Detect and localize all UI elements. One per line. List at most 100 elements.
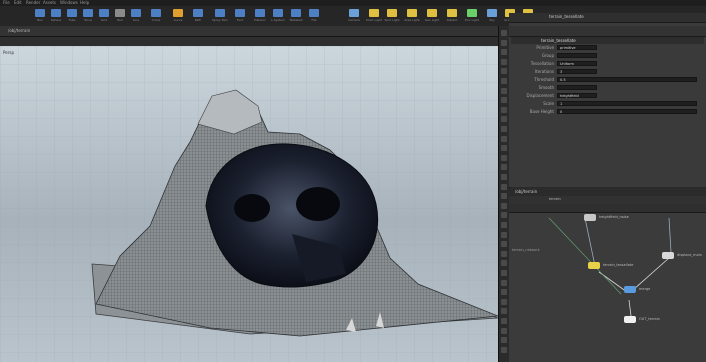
viewport-tool-button[interactable]	[501, 222, 507, 228]
network-wires	[548, 217, 672, 317]
shelf-tool-null[interactable]: Null	[112, 9, 128, 25]
viewport-tool-button[interactable]	[501, 346, 507, 353]
node-icon	[584, 214, 596, 221]
shelf-tool-area-light[interactable]: Area Light	[404, 9, 420, 25]
shelf-tool-box[interactable]: Box	[32, 9, 48, 25]
param-field[interactable]: heightfield	[557, 93, 597, 98]
viewport-tool-button[interactable]	[501, 183, 507, 190]
shelf-tool-label: Font	[236, 18, 244, 22]
shelf-tool-line[interactable]: Line	[128, 9, 144, 25]
shelf-tool-file[interactable]: File	[306, 9, 322, 25]
node-name[interactable]: terrain_tessellate	[541, 38, 576, 43]
shelf-tool-sphere[interactable]: Sphere	[48, 9, 64, 25]
menu-file[interactable]: File	[3, 0, 10, 5]
viewport-tool-button[interactable]	[501, 298, 507, 305]
menu-windows[interactable]: Windows	[60, 0, 78, 5]
viewport-camera-label[interactable]: Persp	[3, 50, 14, 55]
shelf-tool-sky[interactable]: Sky	[484, 9, 500, 25]
tab-network[interactable]: /obj/terrain	[515, 189, 537, 194]
shelf-tool-grid[interactable]: Grid	[96, 9, 112, 25]
viewport-tool-button[interactable]	[501, 250, 507, 257]
node-label: OUT_terrain	[639, 317, 660, 321]
viewport-tool-button[interactable]	[501, 116, 507, 123]
node-icon	[662, 252, 674, 259]
viewport-tool-button[interactable]	[501, 270, 507, 276]
param-field[interactable]	[557, 53, 597, 58]
network-breadcrumb[interactable]: terrain	[549, 197, 561, 201]
shelf-tool-spray-paint[interactable]: Spray Paint	[212, 9, 228, 25]
shelf-tool-env-light[interactable]: Env Light	[464, 9, 480, 25]
param-label: Threshold	[534, 77, 554, 82]
viewport-tool-button[interactable]	[501, 337, 507, 344]
shelf-tool-spot-light[interactable]: Spot Light	[384, 9, 400, 25]
viewport-tool-button[interactable]	[501, 87, 507, 94]
viewport-tool-button[interactable]	[501, 260, 507, 267]
shelf-tool-font[interactable]: Font	[232, 9, 248, 25]
shelf-tool-l-system[interactable]: L-System	[270, 9, 286, 25]
param-label: Base Height	[529, 109, 554, 114]
viewport-tool-button[interactable]	[501, 202, 507, 209]
file-icon	[309, 9, 319, 17]
viewport-tool-button[interactable]	[501, 135, 507, 142]
shelf-tool-camera[interactable]: Camera	[346, 9, 362, 25]
viewport-tool-button[interactable]	[501, 49, 507, 56]
viewport-tool-button[interactable]	[501, 279, 507, 286]
shelf-tool-metaball[interactable]: Metaball	[288, 9, 304, 25]
sky-icon	[487, 9, 497, 17]
shelf-tool-circle[interactable]: Circle	[148, 9, 164, 25]
shelf-tool-label: Spot Light	[384, 18, 400, 22]
viewport-tool-button[interactable]	[501, 106, 507, 113]
viewport-tool-button[interactable]	[501, 164, 507, 171]
shelf-tool-geo-light[interactable]: Geo Light	[424, 9, 440, 25]
viewport-tool-button[interactable]	[501, 154, 507, 161]
shelf-tool-curve[interactable]: Curve	[170, 9, 186, 25]
param-field[interactable]: 3	[557, 69, 597, 74]
path-icon	[193, 9, 203, 17]
menu-help[interactable]: Help	[80, 0, 89, 5]
node-label: merge	[639, 287, 651, 291]
param-field[interactable]: 0.5	[557, 77, 697, 82]
node-label: terrain_tessellate	[603, 263, 634, 267]
param-row: Displacement heightfield	[511, 92, 704, 100]
viewport-tool-button[interactable]	[501, 241, 507, 248]
shelf-tool-point-light[interactable]: Point Light	[366, 9, 382, 25]
menu-render[interactable]: Render	[26, 0, 40, 5]
viewport-tool-button[interactable]	[501, 97, 507, 104]
tab-parameters[interactable]: terrain_tessellate	[549, 14, 584, 19]
breadcrumb[interactable]: /obj/terrain	[8, 28, 30, 33]
param-row: Smooth	[511, 84, 704, 92]
shelf-tool-distant[interactable]: Distant	[444, 9, 460, 25]
viewport-tool-button[interactable]	[501, 231, 507, 238]
viewport-tool-button[interactable]	[501, 68, 507, 75]
viewport-tool-button[interactable]	[501, 39, 507, 46]
torus-icon	[83, 9, 93, 17]
shelf-tool-path[interactable]: Path	[190, 9, 206, 25]
param-field[interactable]: Uniform	[557, 61, 597, 66]
node-icon	[624, 286, 636, 293]
viewport-tool-button[interactable]	[501, 193, 507, 200]
shelf-tool-label: Camera	[348, 18, 360, 22]
viewport-tool-button[interactable]	[501, 289, 507, 296]
param-field[interactable]	[557, 85, 597, 90]
3d-viewport[interactable]	[0, 46, 498, 362]
viewport-tool-button[interactable]	[501, 30, 507, 36]
param-field[interactable]: primitive	[557, 45, 597, 50]
viewport-tool-button[interactable]	[501, 126, 507, 132]
shelf-tool-tube[interactable]: Tube	[64, 9, 80, 25]
menu-assets[interactable]: Assets	[43, 0, 56, 5]
shelf-tool-platonic[interactable]: Platonic	[252, 9, 268, 25]
viewport-tool-button[interactable]	[501, 174, 507, 180]
shelf-tool-label: Distant	[446, 18, 458, 22]
menu-edit[interactable]: Edit	[14, 0, 22, 5]
viewport-tool-button[interactable]	[501, 145, 507, 152]
param-field[interactable]: 1	[557, 101, 697, 106]
param-field[interactable]: 0	[557, 109, 697, 114]
viewport-tool-button[interactable]	[501, 212, 507, 219]
shelf-tool-label: Area Light	[404, 18, 420, 22]
viewport-tool-button[interactable]	[501, 308, 507, 315]
viewport-tool-button[interactable]	[501, 78, 507, 84]
shelf-tool-torus[interactable]: Torus	[80, 9, 96, 25]
viewport-tool-button[interactable]	[501, 327, 507, 334]
viewport-tool-button[interactable]	[501, 58, 507, 65]
viewport-tool-button[interactable]	[501, 318, 507, 324]
